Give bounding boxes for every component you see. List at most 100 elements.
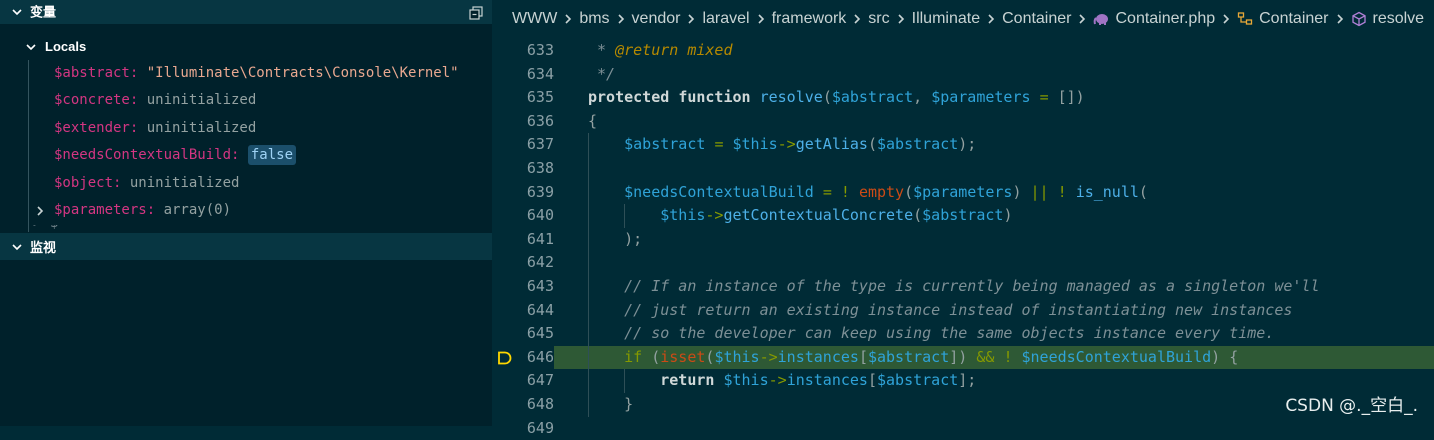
breadcrumb-item[interactable]: Container [1002, 10, 1071, 28]
token-function-name: is_null [1075, 182, 1139, 201]
variable-value: uninitialized [146, 92, 257, 109]
breadcrumb-class[interactable]: Container [1237, 10, 1329, 28]
code-line[interactable]: 633 * @return mixed [492, 39, 1434, 63]
token-this-keyword: $this [714, 347, 760, 366]
code-text: ); [588, 228, 642, 252]
code-line[interactable]: 634 */ [492, 63, 1434, 87]
breadcrumb-file[interactable]: Container.php [1093, 10, 1215, 28]
indent-guide [624, 369, 626, 393]
line-number: 644 [526, 300, 554, 319]
variable-separator: : [129, 119, 147, 136]
variables-tree: Locals $abstract: "Illuminate\Contracts\… [0, 34, 492, 224]
token-punctuation: ( [867, 135, 877, 154]
line-number: 634 [526, 64, 554, 83]
token-operator: -> [777, 135, 796, 154]
code-line[interactable]: 637 $abstract = $this->getAlias($abstrac… [492, 133, 1434, 157]
variable-row[interactable]: $parameters: array(0) [0, 197, 492, 224]
token-operator: -> [768, 371, 787, 390]
class-symbol-icon [1237, 12, 1253, 25]
breadcrumb-file-label: Container.php [1115, 10, 1216, 27]
php-file-icon [1094, 14, 1109, 25]
code-line[interactable]: 643 // If an instance of the type is cur… [492, 275, 1434, 299]
scope-locals[interactable]: Locals [0, 34, 492, 60]
breadcrumb-method-label: resolve [1372, 10, 1425, 27]
line-number: 640 [526, 206, 554, 225]
variable-row[interactable]: $concrete: uninitialized [0, 87, 492, 114]
variable-row[interactable]: $object: uninitialized [0, 170, 492, 197]
line-number: 641 [526, 229, 554, 248]
code-text: $needsContextualBuild = ! empty($paramet… [588, 181, 1148, 205]
watch-section-header[interactable]: 监视 [0, 233, 492, 260]
current-execution-line[interactable]: 646 if (isset($this->instances[$abstract… [492, 345, 1434, 370]
breadcrumb-item[interactable]: vendor [632, 10, 681, 28]
token-punctuation: ); [624, 229, 643, 248]
breadcrumb-item[interactable]: bms [579, 10, 609, 28]
partial-variable-row: > $ [33, 225, 73, 233]
variable-row[interactable]: $extender: uninitialized [0, 115, 492, 142]
token-variable: $parameters [913, 182, 1013, 201]
variable-name: $extender [54, 119, 130, 136]
code-text: */ [588, 63, 615, 87]
token-punctuation: ( [904, 182, 914, 201]
breadcrumb-item[interactable]: framework [772, 10, 847, 28]
token-function-name: getAlias [795, 135, 868, 154]
line-number: 647 [526, 371, 554, 390]
token-punctuation: { [588, 111, 598, 130]
token-whitespace [723, 135, 732, 153]
token-variable: $abstract [877, 371, 959, 390]
breadcrumb-item[interactable]: src [868, 10, 889, 28]
line-number: 639 [526, 182, 554, 201]
code-line[interactable]: 649 [492, 417, 1434, 440]
chevron-right-icon [617, 14, 624, 24]
variable-separator: : [129, 92, 147, 109]
variable-separator: : [146, 201, 164, 218]
code-line[interactable]: 647 return $this->instances[$abstract]; [492, 369, 1434, 393]
variable-row[interactable]: $abstract: "Illuminate\Contracts\Console… [0, 60, 492, 87]
token-punctuation: ]; [958, 371, 977, 390]
breadcrumb-item[interactable]: laravel [702, 10, 749, 28]
variable-value: false [247, 145, 297, 166]
token-punctuation: ( [822, 88, 832, 107]
token-operator: = [1039, 88, 1049, 107]
breadcrumb-item[interactable]: WWW [512, 10, 557, 28]
token-operator: && [976, 347, 995, 366]
breadcrumb-item[interactable]: Illuminate [912, 10, 980, 28]
token-variable: $needsContextualBuild [1021, 347, 1212, 366]
token-variable: $abstract [867, 347, 950, 366]
token-variable: $needsContextualBuild [624, 182, 814, 201]
code-line[interactable]: 636 { [492, 110, 1434, 134]
token-comment: * [588, 41, 616, 59]
code-line[interactable]: 638 [492, 157, 1434, 181]
code-line[interactable]: 640 $this->getContextualConcrete($abstra… [492, 204, 1434, 228]
token-comment: // so the developer can keep using the s… [624, 324, 1275, 343]
code-line[interactable]: 642 [492, 251, 1434, 275]
token-control-keyword: if [624, 347, 643, 366]
breadcrumb-method[interactable]: resolve [1351, 10, 1425, 28]
code-editor[interactable]: 633 * @return mixed 634 */635 protected fu… [492, 38, 1434, 437]
code-line[interactable]: 644 // just return an existing instance … [492, 299, 1434, 323]
token-whitespace [832, 183, 841, 201]
code-text: $abstract = $this->getAlias($abstract); [588, 133, 976, 157]
variables-section-header[interactable]: 变量 [0, 0, 492, 24]
code-line[interactable]: 645 // so the developer can keep using t… [492, 322, 1434, 346]
token-keyword: return [660, 371, 715, 390]
code-text: // just return an existing instance inst… [588, 299, 1292, 323]
chevron-right-icon [1336, 14, 1343, 24]
token-variable: $abstract [922, 206, 1004, 225]
token-punctuation: ) [1003, 206, 1013, 225]
code-line[interactable]: 639 $needsContextualBuild = ! empty($par… [492, 181, 1434, 205]
token-comment: */ [588, 64, 616, 83]
code-line[interactable]: 641 ); [492, 228, 1434, 252]
token-whitespace [814, 183, 823, 201]
variable-list: $abstract: "Illuminate\Contracts\Console… [0, 60, 492, 224]
variable-name: $abstract [54, 65, 130, 81]
variable-row[interactable]: $needsContextualBuild: false [0, 142, 492, 169]
watch-section-title: 监视 [30, 240, 57, 256]
code-line[interactable]: 635 protected function resolve($abstract,… [492, 86, 1434, 110]
token-variable: $abstract [877, 135, 959, 154]
line-number: 636 [526, 111, 554, 130]
token-operator: -> [705, 206, 724, 225]
token-comment: // If an instance of the type is current… [624, 277, 1320, 295]
collapse-all-icon[interactable] [468, 5, 484, 21]
